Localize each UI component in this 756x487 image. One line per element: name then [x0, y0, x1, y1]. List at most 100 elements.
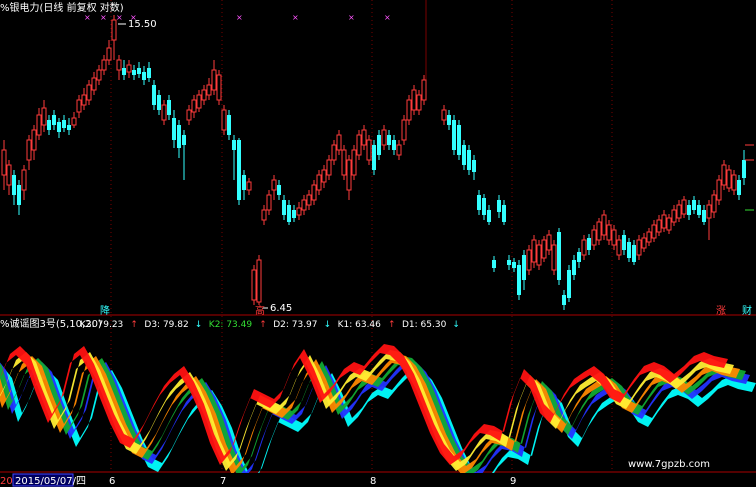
candle-body	[512, 262, 516, 268]
candle-body	[221, 109, 227, 131]
candle-body	[477, 195, 481, 210]
chart-title: %银电力(日线 前复权 对数)	[0, 1, 124, 14]
month-label-9: 9	[510, 476, 516, 487]
marker-jiang: 降	[100, 304, 110, 317]
candle-body	[441, 109, 447, 121]
candle-body	[716, 179, 722, 201]
candle-body	[126, 64, 132, 73]
candle-body	[517, 265, 521, 295]
candle-body	[522, 255, 526, 280]
candle-body	[96, 69, 102, 81]
candle-body	[256, 259, 262, 303]
indicator-k3: K3: 79.23	[80, 320, 123, 330]
candle-body	[666, 217, 672, 231]
candle-body	[36, 114, 42, 136]
indicator-k3-arrow: ↑	[130, 320, 138, 330]
candle-body	[91, 77, 97, 91]
candle-body	[41, 107, 47, 126]
price-low-label-group: 6.45	[262, 303, 292, 314]
candle-body	[232, 140, 236, 150]
candle-body	[726, 169, 732, 189]
candle-body	[546, 234, 552, 251]
candle-body	[237, 140, 241, 200]
candle-body	[86, 84, 92, 101]
candle-body	[636, 239, 642, 256]
candle-body	[172, 118, 176, 140]
candle-body	[601, 214, 607, 236]
marker-gao: 高	[255, 304, 265, 317]
candle-body	[692, 200, 696, 210]
candles-group	[1, 15, 754, 310]
candle-body	[21, 169, 27, 191]
candle-body	[632, 245, 636, 262]
indicator-d3: D3: 79.82	[144, 320, 188, 330]
candle-body	[551, 244, 557, 271]
indicator-d1-arrow: ↓	[452, 320, 460, 330]
candle-body	[316, 174, 322, 191]
candle-body	[17, 185, 21, 205]
candle-body	[661, 214, 667, 229]
candle-body	[331, 144, 337, 161]
candle-body	[116, 59, 122, 71]
candle-body	[122, 68, 126, 75]
candle-body	[167, 100, 171, 115]
candle-body	[591, 229, 597, 246]
candle-body	[531, 239, 537, 263]
watermark: www.7gpzb.com	[628, 459, 710, 470]
candle-body	[676, 204, 682, 219]
month-label-6: 6	[109, 476, 115, 487]
candle-body	[681, 199, 687, 215]
candle-body	[366, 139, 372, 161]
candle-body	[336, 134, 342, 151]
candle-body	[671, 209, 677, 223]
candle-body	[492, 260, 496, 268]
candle-body	[186, 109, 192, 121]
candle-body	[282, 200, 286, 215]
candle-body	[311, 184, 317, 201]
candle-body	[142, 72, 146, 80]
indicator-d1: D1: 65.30	[402, 320, 447, 330]
marker-cai: 财	[742, 304, 752, 317]
indicator-k2: K2: 73.49	[209, 320, 253, 330]
month-label-7: 7	[220, 476, 226, 487]
candle-body	[616, 239, 622, 256]
candle-body	[457, 125, 461, 155]
candle-body	[26, 139, 32, 161]
candle-body	[261, 209, 267, 221]
candle-body	[562, 295, 566, 305]
candle-body	[137, 68, 141, 74]
candle-body	[111, 19, 117, 41]
candle-body	[577, 252, 581, 262]
candle-body	[266, 194, 272, 211]
candle-body	[346, 159, 352, 191]
candle-body	[377, 135, 381, 155]
candle-body	[702, 210, 706, 222]
price-high-label: 15.50	[128, 19, 157, 30]
indicator-k1-arrow: ↑	[388, 320, 396, 330]
candle-body	[656, 219, 662, 233]
candle-body	[572, 260, 576, 275]
candle-body	[301, 199, 307, 211]
candle-body	[711, 194, 717, 213]
candle-body	[392, 140, 396, 150]
candle-body	[697, 205, 701, 215]
candle-body	[76, 99, 82, 113]
candle-body	[177, 125, 181, 148]
candle-body	[416, 94, 422, 111]
candle-body	[452, 120, 456, 150]
candle-body	[321, 169, 327, 183]
candle-body	[47, 120, 51, 130]
candle-body	[651, 224, 657, 239]
indicator-k2-arrow: ↑	[259, 320, 267, 330]
candle-body	[447, 115, 451, 125]
x-marker: ×	[100, 13, 107, 22]
candle-body	[372, 145, 376, 170]
candle-body	[462, 145, 466, 165]
candle-body	[71, 117, 77, 126]
candle-body	[132, 70, 136, 75]
x-marker: ×	[384, 13, 391, 22]
candle-body	[351, 149, 357, 176]
candle-body	[606, 224, 612, 241]
candle-body	[557, 232, 561, 280]
candle-body	[381, 129, 387, 146]
